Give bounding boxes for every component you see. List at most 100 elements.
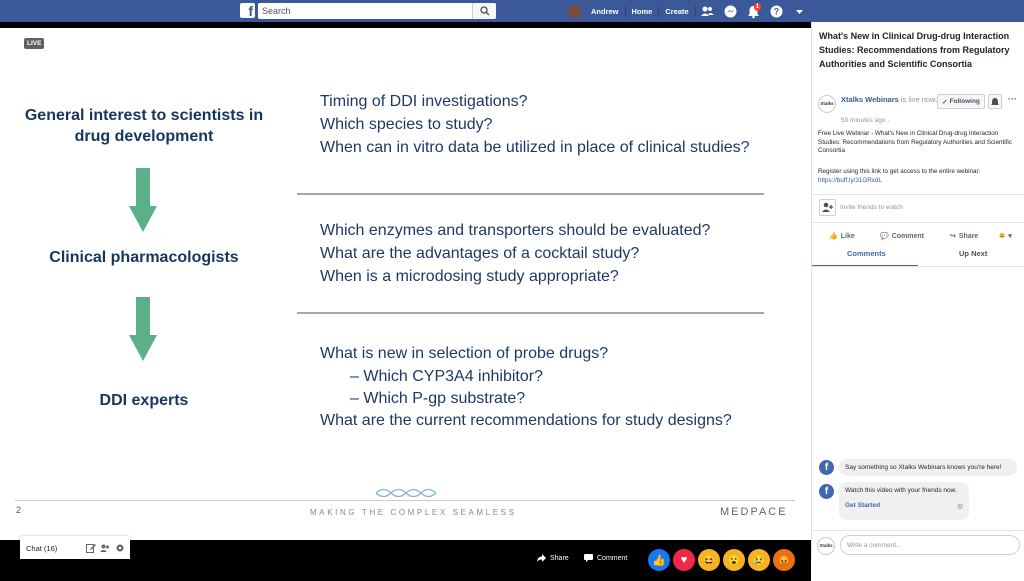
slide-tagline: MAKING THE COMPLEX SEAMLESS [310,508,517,517]
comment-bubble-icon: 💬 [880,233,889,240]
search-input[interactable] [258,3,496,19]
facebook-logo-icon: f [819,460,834,475]
bell-icon [991,98,999,105]
following-label: Following [949,98,980,105]
heading-ddi-experts: DDI experts [99,392,189,409]
checkmark-icon: ✓ [942,98,948,106]
home-link[interactable]: Home [626,7,659,16]
help-icon[interactable]: ? [769,4,784,19]
share-arrow-icon: ↪ [950,233,956,240]
register-text: Register using this link to get access t… [818,168,1018,185]
video-title: What's New in Clinical Drug-drug Interac… [819,31,1010,69]
notifications-icon[interactable]: 1 [746,2,762,19]
thumbs-up-icon: 👍 [829,233,838,240]
system-message: Say something so Xtalks Webinars knows y… [839,459,1017,476]
live-video-side-panel: What's New in Clinical Drug-drug Interac… [811,22,1024,559]
share-label: Share [550,554,569,562]
register-link[interactable]: https://buff.ly/31GRxdL [818,177,882,184]
video-description: Free Live Webinar - What's New in Clinic… [818,130,1012,155]
author-status: is live now. [898,95,938,104]
post-time[interactable]: 50 minutes ago · [841,117,889,124]
share-button[interactable]: Share [537,554,569,562]
question-in-vitro: When can in vitro data be utilized in pl… [320,139,750,156]
notifications-toggle-button[interactable] [988,94,1002,109]
medpace-logo: MEDPACE [720,506,788,518]
section-divider [297,193,764,195]
live-badge: LIVE [24,38,45,49]
create-link[interactable]: Create [659,7,694,16]
author-link[interactable]: Xtalks Webinars [841,95,899,104]
share-arrow-icon [537,554,546,562]
angry-reaction-icon[interactable]: 😡 [773,549,795,571]
chat-label: Chat (16) [26,544,58,553]
friend-requests-icon[interactable] [700,4,715,19]
question-recommendations: What are the current recommendations for… [320,412,732,429]
svg-text:?: ? [773,6,779,16]
invite-friends-icon[interactable] [819,199,836,216]
watch-with-friends-text: Watch this video with your friends now. [845,487,957,494]
register-label: Register using this link to get access t… [818,168,981,175]
presentation-slide: LIVE General interest to scientists in d… [0,28,811,540]
like-button[interactable]: 👍 Like [829,232,855,241]
reactions-dropdown-button[interactable]: 😀 ▾ [999,232,1012,240]
comment-label: Comment [597,554,628,562]
following-button[interactable]: ✓ Following [937,94,985,109]
gear-icon[interactable] [115,543,125,553]
share-action-button[interactable]: ↪ Share [950,232,979,241]
down-arrow-icon [129,297,157,361]
question-microdosing: When is a microdosing study appropriate? [320,268,619,285]
chevron-down-icon: ▾ [1008,233,1012,240]
profile-link[interactable]: Andrew [585,7,625,16]
question-cocktail: What are the advantages of a cocktail st… [320,245,640,262]
panel-divider [812,194,1024,195]
question-pgp: – Which P-gp substrate? [350,390,526,407]
invite-friends-link[interactable]: Invite friends to watch [840,204,903,211]
live-video-player[interactable]: LIVE General interest to scientists in d… [0,22,811,581]
user-avatar[interactable] [568,4,581,18]
comment-action-label: Comment [891,232,924,240]
tab-comments[interactable]: Comments [847,249,886,258]
watch-party-icon: ◎ [957,503,963,510]
share-action-label: Share [958,232,979,240]
haha-reaction-icon[interactable]: 😆 [698,549,720,571]
question-species: Which species to study? [320,116,493,133]
facebook-logo-icon[interactable]: f [240,3,255,18]
panel-divider [812,266,1024,267]
question-enzymes: Which enzymes and transporters should be… [320,222,711,239]
comment-button[interactable]: Comment [584,554,627,562]
write-comment-input[interactable] [840,535,1020,555]
facebook-top-bar: f Andrew Home Create 1 ? [0,0,1024,22]
commenter-avatar: Xtalks [817,537,835,555]
comment-action-button[interactable]: 💬 Comment [880,232,924,241]
dna-helix-icon [376,488,436,498]
panel-divider [812,530,1024,531]
search-icon [480,6,490,16]
tab-up-next[interactable]: Up Next [959,249,987,258]
facebook-logo-icon: f [819,484,834,499]
nav-divider [694,5,696,17]
down-arrow-icon [129,168,157,232]
account-menu-chevron-down-icon[interactable] [792,4,807,19]
get-started-link[interactable]: Get Started [845,502,880,510]
like-label: Like [840,232,855,240]
contacts-icon[interactable] [100,543,110,553]
page-avatar[interactable]: Xtalks [818,95,836,113]
panel-divider [812,222,1024,223]
compose-icon[interactable] [86,543,96,553]
search-button[interactable] [472,3,496,19]
comment-bubble-icon [584,554,593,562]
heading-general-interest: General interest to scientists in drug d… [24,107,264,145]
love-reaction-icon[interactable]: ♥ [673,549,695,571]
top-nav: Andrew Home Create 1 ? [568,0,811,22]
like-reaction-icon[interactable]: 👍 [648,549,670,571]
messenger-icon[interactable] [723,4,738,19]
sad-reaction-icon[interactable]: 😢 [748,549,770,571]
question-probe-drugs: What is new in selection of probe drugs? [320,345,609,362]
chat-tab[interactable]: Chat (16) [20,536,130,559]
footer-divider [15,500,795,501]
author-line: Xtalks Webinars is live now. [841,95,941,105]
wow-reaction-icon[interactable]: 😮 [723,549,745,571]
more-options-icon[interactable]: ··· [1008,94,1017,104]
question-cyp3a4: – Which CYP3A4 inhibitor? [350,368,543,385]
question-timing: Timing of DDI investigations? [320,93,528,110]
